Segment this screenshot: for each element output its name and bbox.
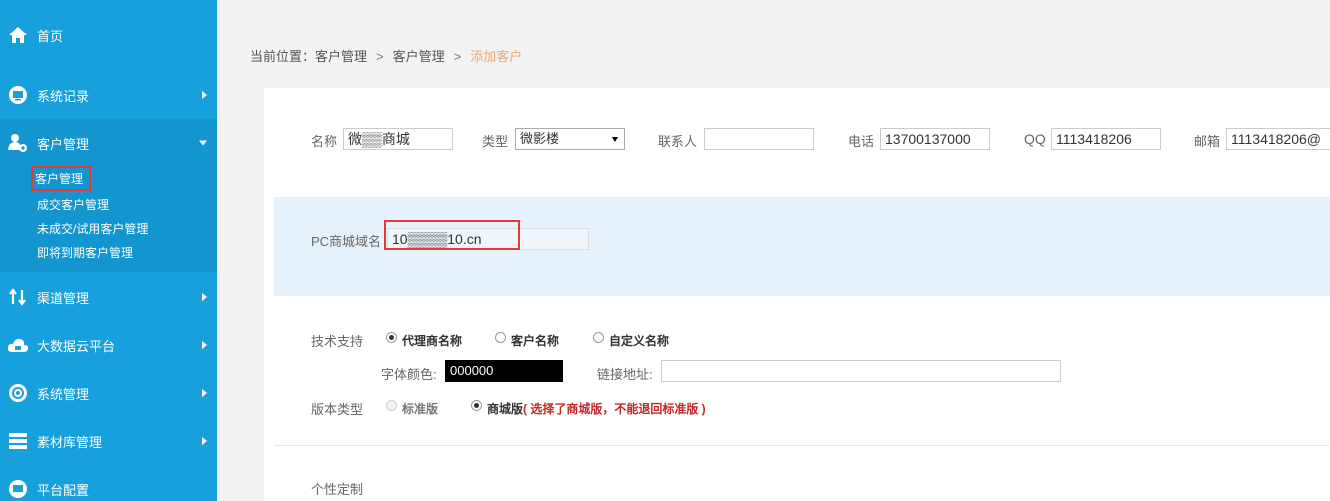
phone-label: 电话 [848, 134, 875, 149]
version-mall-radio[interactable] [471, 400, 482, 411]
support-label: 技术支持 [311, 334, 364, 349]
sub-item-trial-customers[interactable]: 未成交/试用客户管理 [37, 220, 148, 237]
breadcrumb-prefix: 当前位置： [250, 49, 316, 64]
sidebar-item-label: 素材库管理 [37, 434, 103, 450]
sidebar-item-material-library[interactable]: 素材库管理 [0, 417, 217, 465]
font-color-label: 字体颜色: [381, 367, 437, 382]
custom-label: 个性定制 [311, 482, 364, 497]
chevron-right-icon [202, 437, 207, 445]
gear-icon [7, 382, 29, 404]
version-mall-label: 商城版( 选择了商城版，不能退回标准版 ) [487, 400, 706, 417]
sidebar-item-label: 大数据云平台 [37, 338, 116, 354]
breadcrumb-item[interactable]: 客户管理 [315, 49, 367, 64]
sidebar-item-big-data-cloud[interactable]: 大数据云平台 [0, 321, 217, 369]
user-gear-icon [7, 132, 29, 154]
version-mall-text: 商城版 [487, 402, 524, 416]
sidebar-item-label: 首页 [37, 28, 64, 44]
sidebar-item-customer-management[interactable]: 客户管理 [0, 119, 217, 167]
sidebar: 首页 系统记录 客户管理 客户管理 成交客户管理 未成交/试用客户管理 即将到期… [0, 0, 217, 501]
sidebar-item-platform-config[interactable]: 平台配置 [0, 465, 217, 501]
divider [274, 445, 1330, 446]
monitor-icon [7, 84, 29, 106]
domain-highlight-box [384, 220, 520, 250]
home-icon [7, 24, 29, 46]
type-label: 类型 [482, 134, 509, 149]
sidebar-item-system-management[interactable]: 系统管理 [0, 369, 217, 417]
chevron-down-icon [612, 137, 618, 142]
sidebar-item-label: 渠道管理 [37, 290, 90, 306]
sidebar-submenu: 客户管理 成交客户管理 未成交/试用客户管理 即将到期客户管理 [0, 166, 217, 272]
chevron-right-icon [202, 91, 207, 99]
breadcrumb-separator: > [453, 49, 462, 64]
breadcrumb-separator: > [376, 49, 384, 64]
stack-icon [7, 430, 29, 452]
sub-item-customer-management[interactable]: 客户管理 [31, 166, 92, 191]
sidebar-item-system-records[interactable]: 系统记录 [0, 71, 217, 119]
chevron-right-icon [202, 341, 207, 349]
qq-label: QQ [1024, 131, 1046, 147]
sub-item-closed-customers[interactable]: 成交客户管理 [37, 196, 109, 213]
sidebar-item-label: 客户管理 [37, 136, 90, 152]
version-label: 版本类型 [311, 402, 364, 417]
support-customer-label: 客户名称 [511, 334, 560, 348]
breadcrumb: 当前位置：客户管理 > 客户管理 > 添加客户 [250, 46, 522, 65]
sidebar-item-home[interactable]: 首页 [0, 11, 217, 59]
domain-section: PC商城域名 10▒▒▒▒10.cn [274, 197, 1330, 296]
contact-label: 联系人 [658, 134, 698, 149]
support-custom-radio[interactable] [593, 332, 604, 343]
name-input[interactable]: 微▒▒商城 [343, 128, 453, 150]
phone-input[interactable]: 13700137000 [880, 128, 990, 150]
sidebar-item-label: 系统记录 [37, 88, 90, 104]
chevron-down-icon [199, 140, 207, 146]
chevron-right-icon [202, 389, 207, 397]
add-customer-form: 名称 微▒▒商城 类型 微影楼 联系人 电话 13700137000 QQ 11… [264, 88, 1330, 501]
pc-domain-label: PC商城域名 [311, 234, 382, 249]
link-input[interactable] [661, 360, 1061, 382]
sidebar-item-label: 系统管理 [37, 386, 90, 402]
type-select-value: 微影楼 [520, 131, 560, 146]
type-select[interactable]: 微影楼 [515, 128, 625, 150]
support-customer-radio[interactable] [495, 332, 506, 343]
sub-item-expiring-customers[interactable]: 即将到期客户管理 [37, 244, 133, 261]
version-standard-radio[interactable] [386, 400, 397, 411]
chevron-right-icon [202, 293, 207, 301]
sidebar-item-label: 平台配置 [37, 482, 90, 498]
support-agent-label: 代理商名称 [402, 334, 463, 348]
platform-icon [7, 478, 29, 500]
support-agent-radio[interactable] [386, 332, 397, 343]
version-warning: ( 选择了商城版，不能退回标准版 ) [523, 402, 706, 416]
qq-input[interactable]: 1113418206 [1051, 128, 1161, 150]
cloud-icon [7, 334, 29, 356]
font-color-input[interactable]: 000000 [445, 360, 563, 382]
name-label: 名称 [311, 134, 338, 149]
breadcrumb-item[interactable]: 客户管理 [393, 49, 445, 64]
support-custom-label: 自定义名称 [609, 334, 670, 348]
sidebar-item-channel-management[interactable]: 渠道管理 [0, 273, 217, 321]
link-label: 链接地址: [597, 367, 653, 382]
email-input[interactable]: 1113418206@ [1226, 128, 1330, 150]
channel-arrows-icon [7, 286, 29, 308]
contact-input[interactable] [704, 128, 814, 150]
version-standard-label: 标准版 [402, 402, 439, 416]
breadcrumb-current: 添加客户 [470, 49, 523, 64]
email-label: 邮箱 [1194, 134, 1221, 149]
